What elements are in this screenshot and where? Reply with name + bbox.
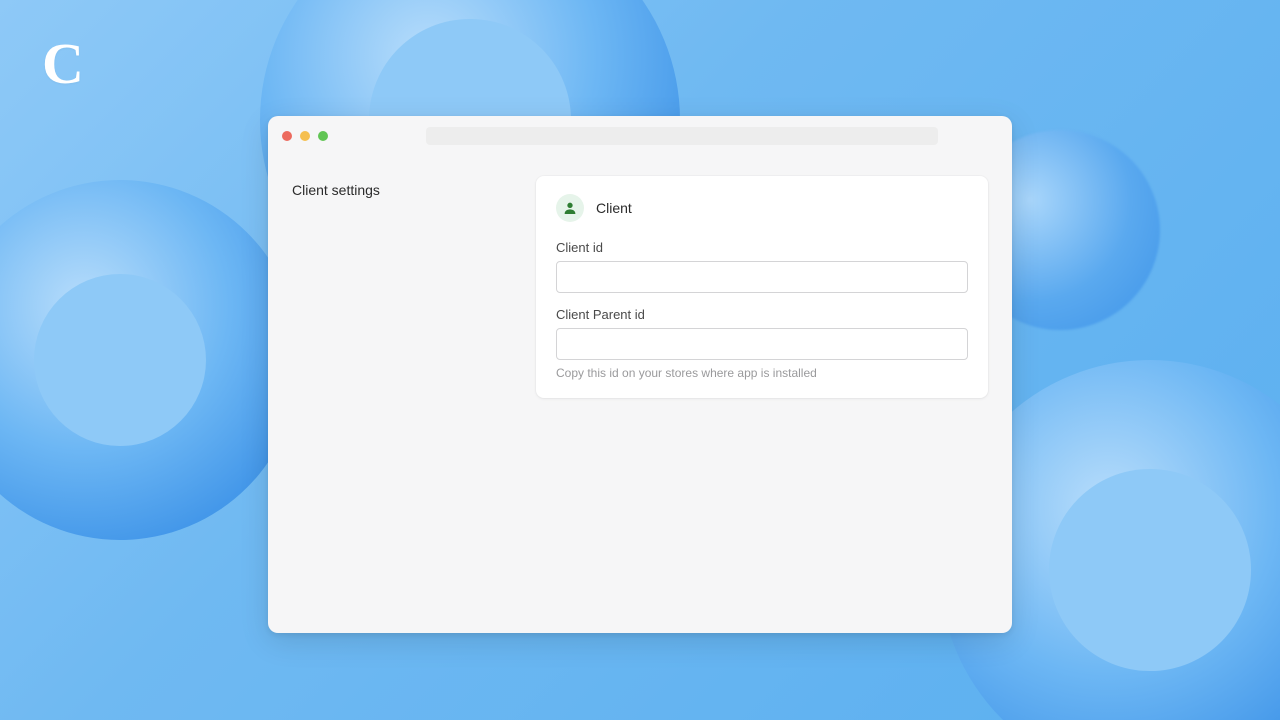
person-icon	[556, 194, 584, 222]
brand-logo: C	[42, 30, 82, 97]
client-parent-id-help: Copy this id on your stores where app is…	[556, 366, 968, 380]
maximize-icon[interactable]	[318, 131, 328, 141]
window-content: Client settings Client Client id Client …	[268, 156, 1012, 418]
minimize-icon[interactable]	[300, 131, 310, 141]
address-bar[interactable]	[426, 127, 938, 145]
card-title: Client	[596, 200, 632, 216]
client-id-field: Client id	[556, 240, 968, 293]
card-header: Client	[556, 194, 968, 222]
app-window: Client settings Client Client id Client …	[268, 116, 1012, 633]
client-id-label: Client id	[556, 240, 968, 255]
background: C Client settings Client Client id	[0, 0, 1280, 720]
decorative-torus	[0, 180, 300, 540]
client-parent-id-label: Client Parent id	[556, 307, 968, 322]
client-parent-id-field: Client Parent id Copy this id on your st…	[556, 307, 968, 380]
client-card: Client Client id Client Parent id Copy t…	[536, 176, 988, 398]
window-titlebar	[268, 116, 1012, 156]
page-title: Client settings	[292, 176, 512, 198]
client-parent-id-input[interactable]	[556, 328, 968, 360]
client-id-input[interactable]	[556, 261, 968, 293]
close-icon[interactable]	[282, 131, 292, 141]
